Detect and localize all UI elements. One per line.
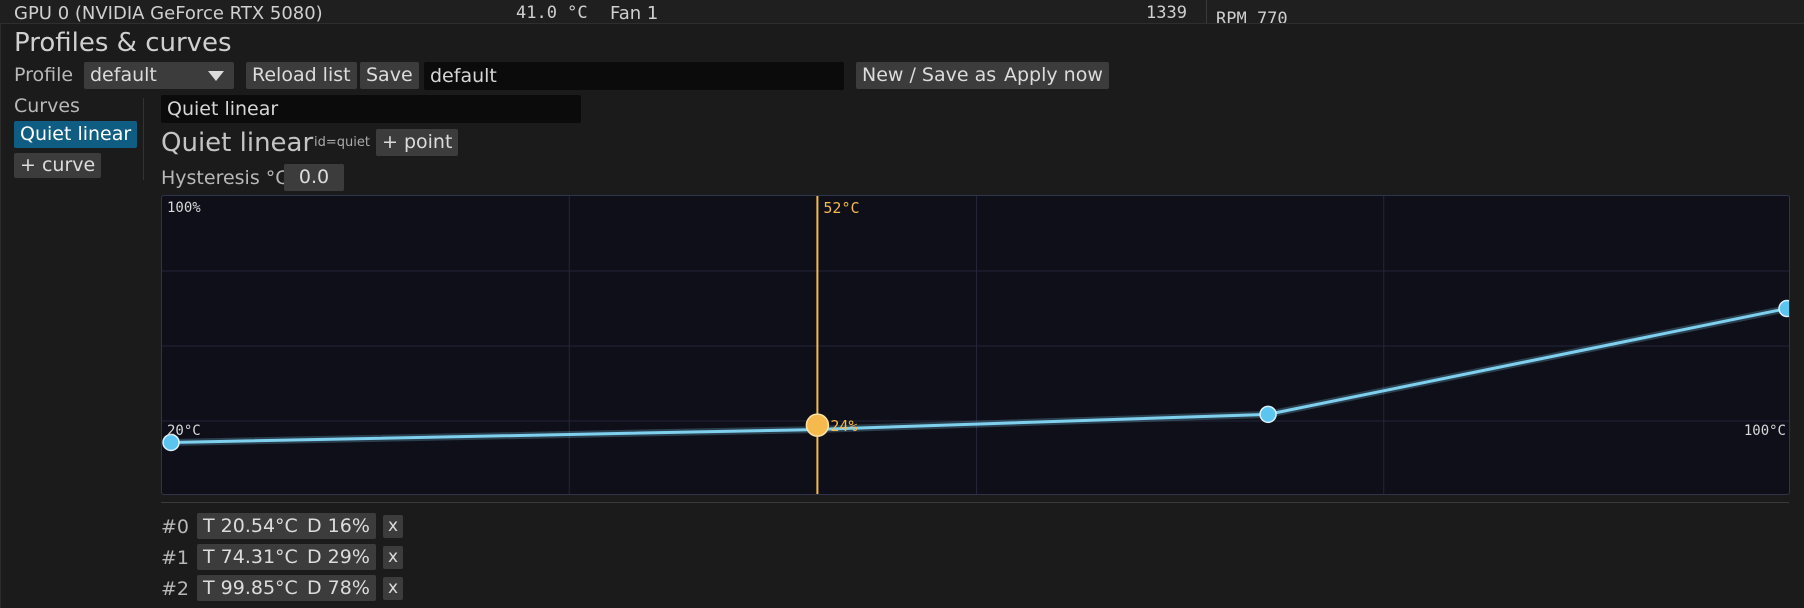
point-duty-field[interactable]: D 78%	[301, 575, 376, 601]
device-status-bar: GPU 0 (NVIDIA GeForce RTX 5080) 41.0 °C …	[0, 0, 1804, 24]
device-temp: 41.0 °C	[516, 3, 588, 23]
chart-grid	[162, 196, 1789, 494]
remove-point-button[interactable]: x	[383, 577, 404, 600]
curve-heading: Quiet linear	[161, 128, 314, 158]
cursor-duty-label: 24%	[830, 417, 857, 435]
add-curve-button[interactable]: + curve	[14, 153, 102, 178]
save-button[interactable]: Save	[360, 62, 419, 89]
point-index: #1	[161, 547, 190, 569]
curve-item-quiet-linear[interactable]: Quiet linear	[14, 121, 138, 148]
remove-point-button[interactable]: x	[383, 546, 404, 569]
reload-list-button[interactable]: Reload list	[246, 62, 357, 89]
status-separator	[1206, 0, 1207, 23]
cursor-point[interactable]	[805, 413, 830, 437]
add-point-button[interactable]: + point	[376, 129, 459, 156]
curves-label: Curves	[14, 95, 80, 117]
fan-curve-plot[interactable]: 52°C 24% 100% 20°C 100°C	[162, 196, 1790, 495]
apply-now-button[interactable]: Apply now	[998, 62, 1109, 89]
curve-name-input[interactable]: Quiet linear	[161, 95, 581, 123]
chevron-down-icon	[208, 71, 224, 81]
x-max-label: 100°C	[1744, 423, 1786, 439]
sidebar-divider	[143, 98, 144, 180]
point-index: #0	[161, 516, 190, 538]
hysteresis-label: Hysteresis °C	[161, 167, 289, 189]
point-temp-field[interactable]: T 74.31°C	[197, 544, 304, 570]
points-divider	[161, 502, 1789, 503]
point-duty-field[interactable]: D 16%	[301, 513, 376, 539]
fan-value: 1339	[1146, 3, 1187, 23]
save-as-button[interactable]: New / Save as	[856, 62, 1003, 89]
y-max-label: 100%	[167, 200, 201, 216]
device-name: GPU 0 (NVIDIA GeForce RTX 5080)	[14, 3, 323, 24]
curve-line-glow	[170, 305, 1788, 446]
panel-title: Profiles & curves	[14, 28, 232, 58]
profile-label: Profile	[14, 64, 74, 86]
curve-id: id=quiet	[314, 135, 370, 150]
point-temp-field[interactable]: T 20.54°C	[197, 513, 304, 539]
profile-select[interactable]: default	[84, 62, 234, 89]
curve-point-handle[interactable]	[1778, 299, 1790, 318]
fan-name: Fan 1	[610, 3, 659, 24]
fan-rpm: RPM 770	[1216, 9, 1288, 24]
cursor-temp-label: 52°C	[823, 199, 859, 217]
point-temp-field[interactable]: T 99.85°C	[197, 575, 304, 601]
profile-select-value: default	[90, 64, 157, 86]
remove-point-button[interactable]: x	[383, 515, 404, 538]
x-min-label: 20°C	[167, 423, 201, 439]
curve-point-handle[interactable]	[1259, 405, 1277, 424]
profile-name-input[interactable]: default	[424, 62, 844, 90]
point-index: #2	[161, 578, 190, 600]
hysteresis-input[interactable]: 0.0	[284, 164, 344, 191]
point-duty-field[interactable]: D 29%	[301, 544, 376, 570]
fan-curve-chart[interactable]: 52°C 24% 100% 20°C 100°C	[161, 195, 1790, 495]
